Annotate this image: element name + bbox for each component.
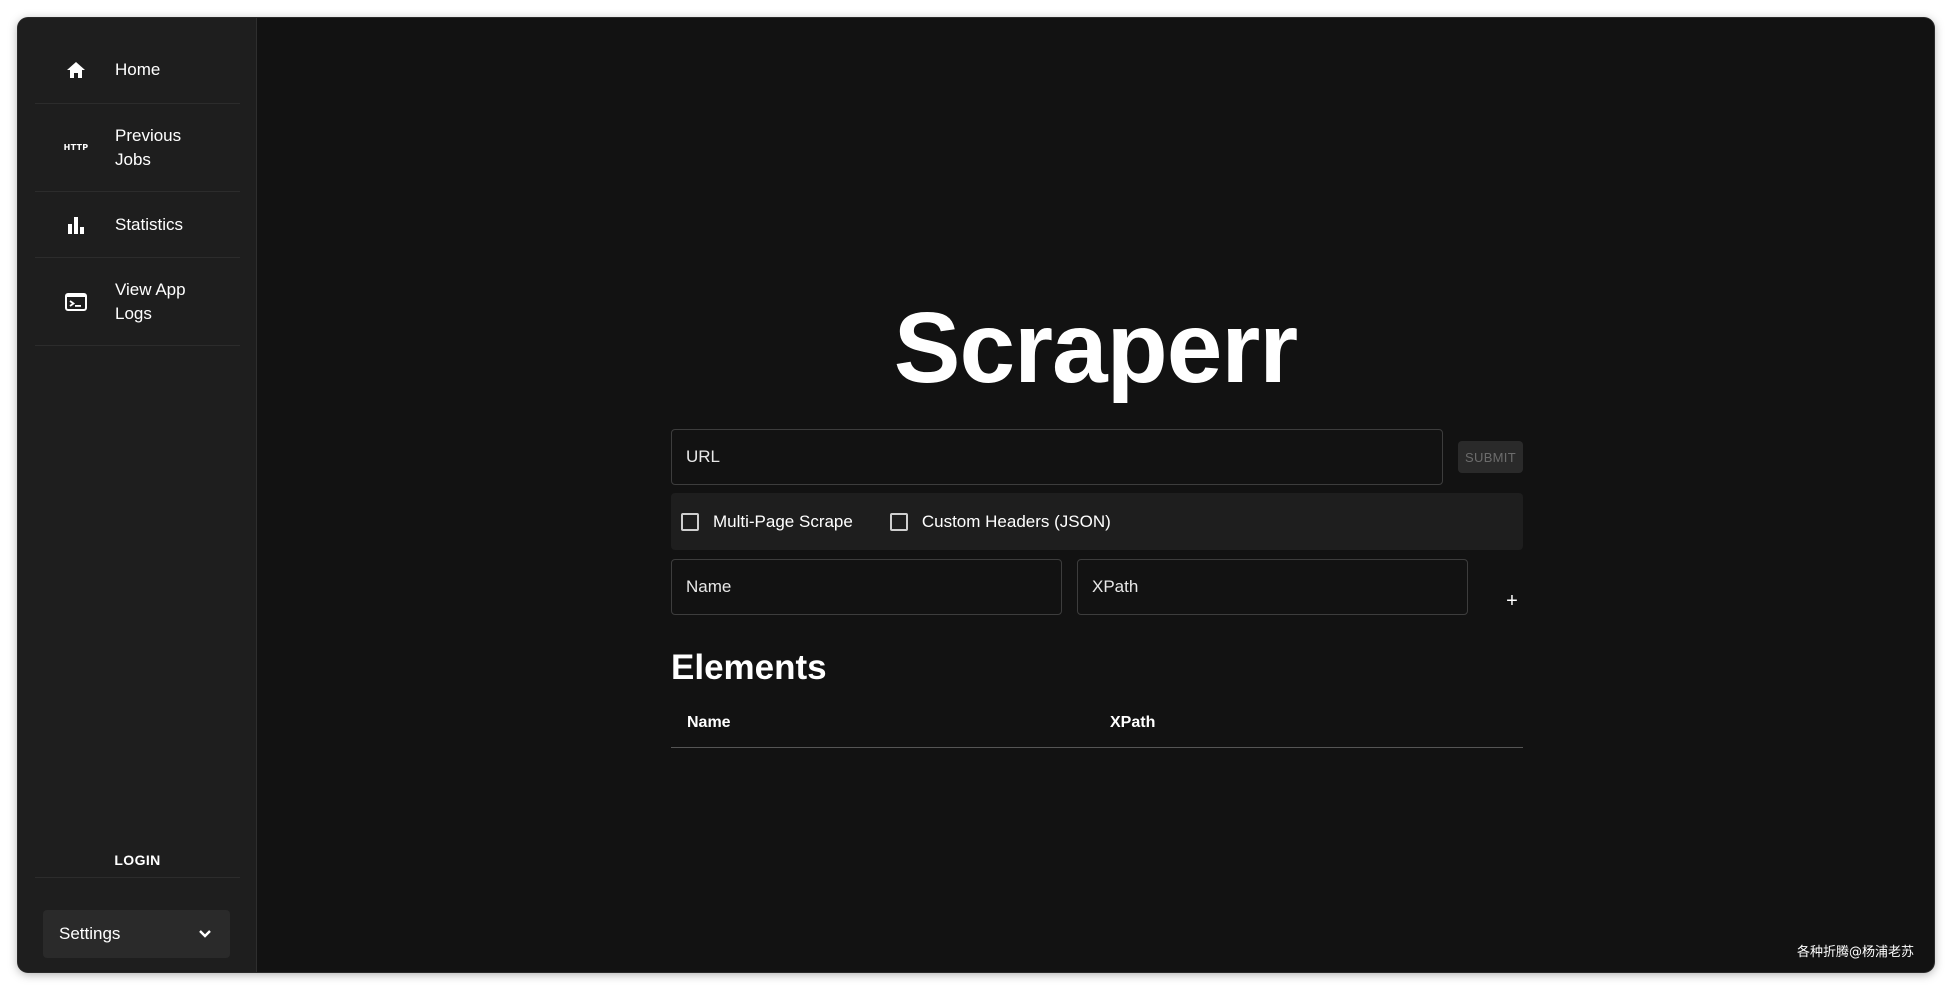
custom-headers-checkbox[interactable] [889,512,908,531]
name-input[interactable] [671,559,1062,615]
bar-chart-icon [64,213,88,237]
watermark: 各种折腾@杨浦老苏 [1796,945,1914,960]
terminal-icon [64,290,88,314]
multi-page-scrape-checkbox[interactable] [681,512,699,531]
settings-dropdown[interactable]: Settings [43,910,230,958]
sidebar-item-home[interactable]: Home [35,36,240,104]
sidebar-item-label: Home [115,59,161,79]
multi-page-scrape-option[interactable]: Multi-Page Scrape [679,512,853,532]
column-header-xpath: XPath [1110,714,1156,731]
sidebar-item-label: Previous Jobs [115,125,182,169]
sidebar-item-previous-jobs[interactable]: HTTP Previous Jobs [35,104,240,192]
login-button[interactable]: LOGIN [35,842,240,878]
column-header-name: Name [687,714,731,731]
elements-table-header: Name XPath [671,698,1523,748]
chevron-down-icon [198,924,212,944]
scrape-options: Multi-Page Scrape Custom Headers (JSON) [671,493,1523,550]
sidebar-item-label: Statistics [115,214,184,234]
add-element-button[interactable]: + [1498,587,1526,615]
multi-page-scrape-label: Multi-Page Scrape [713,511,853,531]
elements-title: Elements [671,648,827,687]
sidebar-item-label: View App Logs [115,279,186,323]
app-window: Home HTTP Previous Jobs Statistics View … [18,18,1934,972]
sidebar-item-statistics[interactable]: Statistics [35,192,240,258]
home-icon [64,58,88,82]
custom-headers-label: Custom Headers (JSON) [921,511,1111,531]
http-icon: HTTP [63,143,89,152]
settings-label: Settings [59,924,121,943]
xpath-input[interactable] [1077,559,1468,615]
url-input[interactable] [671,429,1443,485]
sidebar-item-view-app-logs[interactable]: View App Logs [35,258,240,346]
submit-button[interactable]: SUBMIT [1458,441,1523,473]
sidebar: Home HTTP Previous Jobs Statistics View … [18,18,257,972]
custom-headers-option[interactable]: Custom Headers (JSON) [888,512,1111,532]
page-title: Scraperr [893,292,1298,404]
